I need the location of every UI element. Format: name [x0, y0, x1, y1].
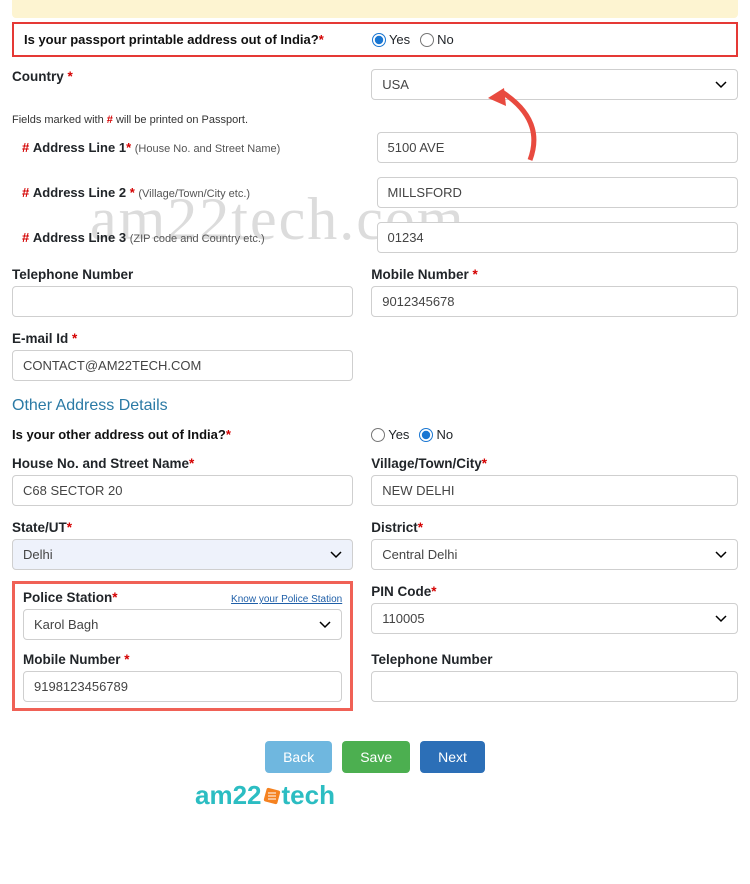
info-banner	[12, 0, 738, 18]
other-yes-option[interactable]: Yes	[371, 427, 409, 442]
house-label: House No. and Street Name*	[12, 456, 353, 471]
printable-address-radio-group: Yes No	[372, 32, 726, 47]
printable-address-question-highlight: Is your passport printable address out o…	[12, 22, 738, 57]
printable-no-radio[interactable]	[420, 33, 434, 47]
other-address-radio-group: Yes No	[371, 427, 738, 442]
village-label: Village/Town/City*	[371, 456, 738, 471]
no-label: No	[437, 32, 454, 47]
printable-yes-radio[interactable]	[372, 33, 386, 47]
police-label: Police Station*	[23, 590, 118, 605]
button-bar: Back Save Next	[12, 741, 738, 773]
house-input[interactable]	[12, 475, 353, 506]
police-select[interactable]: Karol Bagh	[23, 609, 342, 640]
other-address-question-label: Is your other address out of India?*	[12, 427, 231, 442]
other-address-section-title: Other Address Details	[12, 397, 738, 415]
country-select[interactable]: USA	[371, 69, 738, 100]
printable-no-option[interactable]: No	[420, 32, 454, 47]
printable-yes-option[interactable]: Yes	[372, 32, 410, 47]
other-mobile-label: Mobile Number *	[23, 652, 342, 667]
district-label: District*	[371, 520, 738, 535]
telephone-label: Telephone Number	[12, 267, 353, 282]
other-yes-radio[interactable]	[371, 428, 385, 442]
other-no-option[interactable]: No	[419, 427, 453, 442]
other-no-label: No	[436, 427, 453, 442]
am22tech-logo: am22 tech	[195, 780, 335, 811]
pin-label: PIN Code*	[371, 584, 738, 599]
country-label: Country *	[12, 69, 353, 84]
address-line2-input[interactable]	[377, 177, 738, 208]
email-input[interactable]	[12, 350, 353, 381]
district-select[interactable]: Central Delhi	[371, 539, 738, 570]
other-mobile-input[interactable]	[23, 671, 342, 702]
state-select[interactable]: Delhi	[12, 539, 353, 570]
address-line2-label: # Address Line 2 * (Village/Town/City et…	[22, 185, 359, 200]
address-line1-input[interactable]	[377, 132, 738, 163]
address-line1-label: # Address Line 1* (House No. and Street …	[22, 140, 359, 155]
address-line3-label: # Address Line 3 (ZIP code and Country e…	[22, 230, 359, 245]
other-no-radio[interactable]	[419, 428, 433, 442]
other-telephone-input[interactable]	[371, 671, 738, 702]
back-button[interactable]: Back	[265, 741, 332, 773]
police-mobile-highlight: Police Station* Know your Police Station…	[12, 581, 353, 711]
mobile-input[interactable]	[371, 286, 738, 317]
yes-label: Yes	[389, 32, 410, 47]
next-button[interactable]: Next	[420, 741, 485, 773]
know-police-station-link[interactable]: Know your Police Station	[231, 594, 342, 605]
save-button[interactable]: Save	[342, 741, 410, 773]
state-label: State/UT*	[12, 520, 353, 535]
pin-select[interactable]: 110005	[371, 603, 738, 634]
printable-address-question-label: Is your passport printable address out o…	[24, 32, 324, 47]
other-telephone-label: Telephone Number	[371, 652, 738, 667]
telephone-input[interactable]	[12, 286, 353, 317]
village-input[interactable]	[371, 475, 738, 506]
mobile-label: Mobile Number *	[371, 267, 738, 282]
email-label: E-mail Id *	[12, 331, 353, 346]
fields-note: Fields marked with # will be printed on …	[12, 114, 738, 126]
other-yes-label: Yes	[388, 427, 409, 442]
address-line3-input[interactable]	[377, 222, 738, 253]
